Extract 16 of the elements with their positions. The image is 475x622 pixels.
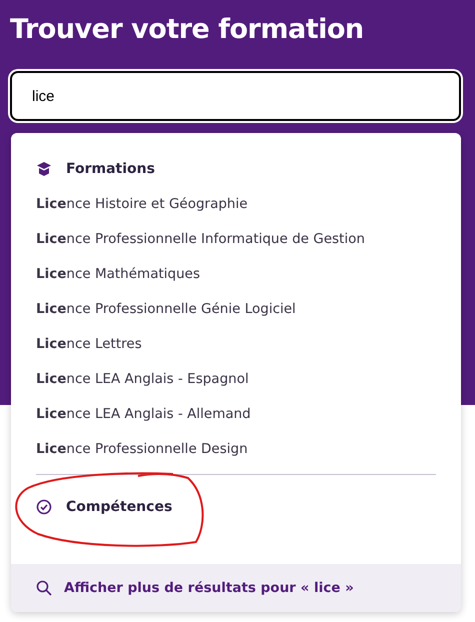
search-field[interactable]: lice [10,71,461,121]
suggestion-item[interactable]: Licence Professionnelle Design [36,439,248,460]
suggestion-item[interactable]: Licence Professionnelle Génie Logiciel [36,299,296,320]
suggestion-item[interactable]: Licence Lettres [36,334,142,355]
check-circle-icon [36,499,52,515]
page-title: Trouver votre formation [10,13,365,47]
section-heading: Compétences [66,498,172,516]
suggestion-item[interactable]: Licence Mathématiques [36,264,200,285]
suggestion-item[interactable]: Licence LEA Anglais - Allemand [36,404,251,425]
graduation-cap-icon [36,161,52,177]
more-results-link[interactable]: Afficher plus de résultats pour « lice » [11,564,461,612]
suggestion-item[interactable]: Licence Professionnelle Informatique de Gestion [36,229,365,250]
search-icon [36,580,52,596]
suggestion-item[interactable]: Licence LEA Anglais - Espagnol [36,369,249,390]
section-heading: Formations [66,160,155,178]
suggestion-item[interactable]: Licence Histoire et Géographie [36,194,248,215]
